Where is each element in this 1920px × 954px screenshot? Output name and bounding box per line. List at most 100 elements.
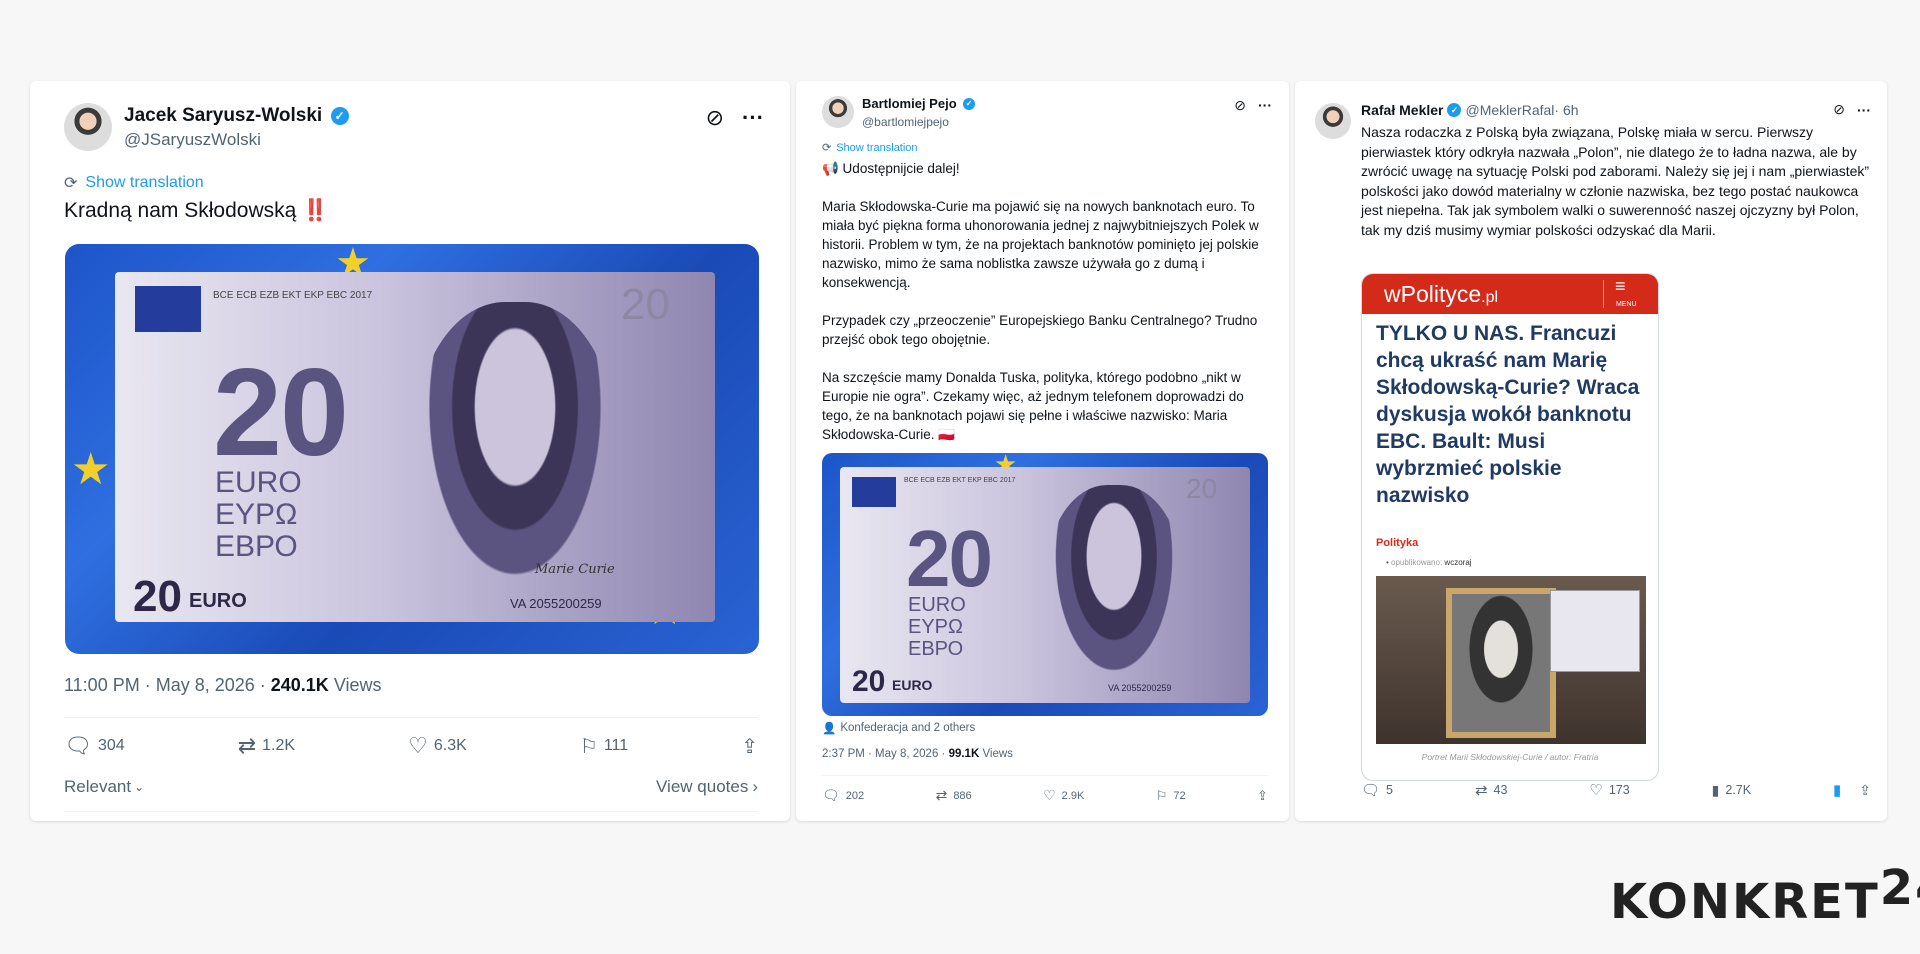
views-count: 240.1K <box>270 675 329 695</box>
author-handle[interactable]: @bartlomiejpejo <box>862 115 975 129</box>
repost-icon: ⇄ <box>1474 782 1488 799</box>
tweet-card-pejo: Bartlomiej Pejo ✓ @bartlomiejpejo ⊘ ··· … <box>796 81 1289 821</box>
logo-suffix: .pl <box>1481 289 1499 306</box>
grok-icon[interactable]: ⊘ <box>1833 101 1845 118</box>
reply-button[interactable]: 🗨 304 <box>64 733 125 759</box>
banknote-body: BCE ECB EZB EKT EKP EBC 2017 20 20 EURO … <box>840 467 1250 703</box>
banknote-value: 20 <box>906 514 993 603</box>
reply-button[interactable]: 🗨 202 <box>822 787 864 804</box>
banknote-series-line: BCE ECB EZB EKT EKP EBC 2017 <box>213 290 373 301</box>
article-photo <box>1376 576 1646 744</box>
avatar[interactable] <box>64 103 112 151</box>
author-handle[interactable]: @MeklerRafal <box>1465 102 1554 118</box>
banknote-corner-value: 20 <box>621 280 670 329</box>
sort-label: Relevant <box>64 777 132 796</box>
bookmark-filled-icon[interactable]: ▮ <box>1833 781 1841 799</box>
logo-number: 24 <box>1879 860 1920 916</box>
views-label: Views <box>328 675 382 695</box>
repost-button[interactable]: ⇄ 1.2K <box>238 733 295 759</box>
grok-icon[interactable]: ⊘ <box>1234 97 1246 114</box>
tweet-image-banknote[interactable]: ★ ★ ★ BCE ECB EZB EKT EKP EBC 2017 20 20… <box>65 244 759 654</box>
heart-icon: ♡ <box>408 733 428 758</box>
hamburger-menu-icon[interactable]: ≡ <box>1615 276 1626 297</box>
author-name[interactable]: Bartlomiej Pejo <box>862 96 957 111</box>
avatar[interactable] <box>822 96 854 128</box>
like-count: 2.9K <box>1061 789 1085 802</box>
banknote-currency: EURO <box>215 466 302 499</box>
like-button[interactable]: ♡ 6.3K <box>408 733 467 759</box>
chevron-down-icon: ⌄ <box>134 780 145 794</box>
verified-badge-icon: ✓ <box>963 97 976 110</box>
avatar[interactable] <box>1315 103 1351 139</box>
views-button[interactable]: ▮ 2.7K <box>1712 782 1751 799</box>
share-icon: ⇪ <box>741 735 758 758</box>
banknote-currency-cyrillic: ЕВРО <box>215 530 298 563</box>
tweet-text: Nasza rodaczka z Polską była związana, P… <box>1361 124 1870 238</box>
view-quotes-link[interactable]: View quotes › <box>656 777 758 797</box>
bookmark-button[interactable]: ⚐ 72 <box>1156 788 1186 804</box>
reply-button[interactable]: 🗨 5 <box>1361 781 1393 799</box>
like-button[interactable]: ♡ 2.9K <box>1043 787 1084 804</box>
banknote-small-value: 20 <box>133 572 182 621</box>
show-translation-link[interactable]: Show translation <box>836 142 917 154</box>
repost-button[interactable]: ⇄ 886 <box>936 787 972 804</box>
tweet-timestamp[interactable]: 11:00 PM · May 8, 2026 · 240.1K Views <box>64 675 382 696</box>
share-icon: ⇪ <box>1257 787 1268 803</box>
like-button[interactable]: ♡ 173 <box>1589 781 1629 799</box>
article-published: • opublikowano: wczoraj <box>1386 558 1472 567</box>
tweet-text: 📢 Udostępnijcie dalej! Maria Skłodowska-… <box>822 159 1262 444</box>
tweet-paragraph: Na szczęście mamy Donalda Tuska, polityk… <box>822 370 1244 442</box>
bar-chart-icon: ▮ <box>1711 781 1720 798</box>
share-button[interactable]: ⇪ <box>1257 788 1268 804</box>
tweet-age[interactable]: · 6h <box>1554 102 1578 118</box>
like-count: 6.3K <box>433 737 467 754</box>
more-options-icon[interactable]: ··· <box>1857 102 1871 118</box>
inset-banknote <box>1550 590 1640 672</box>
heart-icon: ♡ <box>1043 787 1056 803</box>
banknote-portrait <box>1046 485 1182 689</box>
article-headline: TYLKO U NAS. Francuzi chcą ukraść nam Ma… <box>1376 322 1640 507</box>
reply-icon: 🗨 <box>822 787 840 803</box>
bookmark-button[interactable]: ⚐ 111 <box>580 734 628 759</box>
more-options-icon[interactable]: ··· <box>742 105 764 131</box>
tweet-image-banknote[interactable]: ★ ★ BCE ECB EZB EKT EKP EBC 2017 20 20 E… <box>822 453 1268 716</box>
share-icon[interactable]: ⇪ <box>1859 782 1871 799</box>
author-name[interactable]: Rafał Mekler <box>1361 102 1443 118</box>
share-button[interactable]: ⇪ <box>741 734 758 759</box>
tweet-paragraph: 📢 Udostępnijcie dalej! <box>822 161 960 176</box>
article-screenshot[interactable]: wPolityce.pl ≡ MENU TYLKO U NAS. Francuz… <box>1361 273 1659 781</box>
show-translation-link[interactable]: Show translation <box>85 174 203 192</box>
banknote-portrait <box>415 302 615 602</box>
grok-icon[interactable]: ⊘ <box>706 105 724 131</box>
banknote-small-currency: EURO <box>189 590 247 612</box>
reply-count: 5 <box>1386 783 1393 797</box>
article-category: Polityka <box>1376 537 1419 549</box>
published-label: opublikowano: <box>1391 558 1443 567</box>
bookmark-count: 72 <box>1173 789 1186 802</box>
logo-main: wPolityce <box>1384 281 1482 307</box>
repost-count: 43 <box>1493 783 1508 797</box>
tweet-timestamp[interactable]: 2:37 PM · May 8, 2026 · 99.1K Views <box>822 748 1013 760</box>
repost-button[interactable]: ⇄ 43 <box>1475 781 1507 799</box>
tweet-card-saryusz-wolski: Jacek Saryusz-Wolski ✓ @JSaryuszWolski ⊘… <box>30 81 790 821</box>
person-icon: 👤 <box>822 723 837 735</box>
author-name[interactable]: Jacek Saryusz-Wolski <box>124 105 322 126</box>
more-options-icon[interactable]: ··· <box>1258 97 1272 113</box>
sort-dropdown[interactable]: Relevant ⌄ <box>64 777 144 797</box>
portrait-frame <box>1446 588 1556 738</box>
tweet-time[interactable]: 2:37 PM · May 8, 2026 · <box>822 748 949 760</box>
wpolityce-header: wPolityce.pl ≡ MENU <box>1362 274 1658 314</box>
tagged-users[interactable]: 👤 Konfederacja and 2 others <box>822 721 975 735</box>
repost-icon: ⇄ <box>237 733 257 758</box>
heart-icon: ♡ <box>1589 782 1603 799</box>
author-handle[interactable]: @JSaryuszWolski <box>124 130 349 150</box>
banknote-value: 20 <box>213 344 349 482</box>
chevron-right-icon: › <box>752 777 758 796</box>
eu-flag-icon <box>135 286 201 332</box>
tweet-paragraph: Maria Skłodowska-Curie ma pojawić się na… <box>822 199 1259 290</box>
banknote-corner-value: 20 <box>1186 473 1218 504</box>
banknote-currency: EURO <box>908 594 966 616</box>
translate-icon: ⟳ <box>64 175 78 192</box>
tweet-time[interactable]: 11:00 PM · May 8, 2026 · <box>64 675 271 695</box>
tagged-label: Konfederacja and 2 others <box>840 722 976 734</box>
